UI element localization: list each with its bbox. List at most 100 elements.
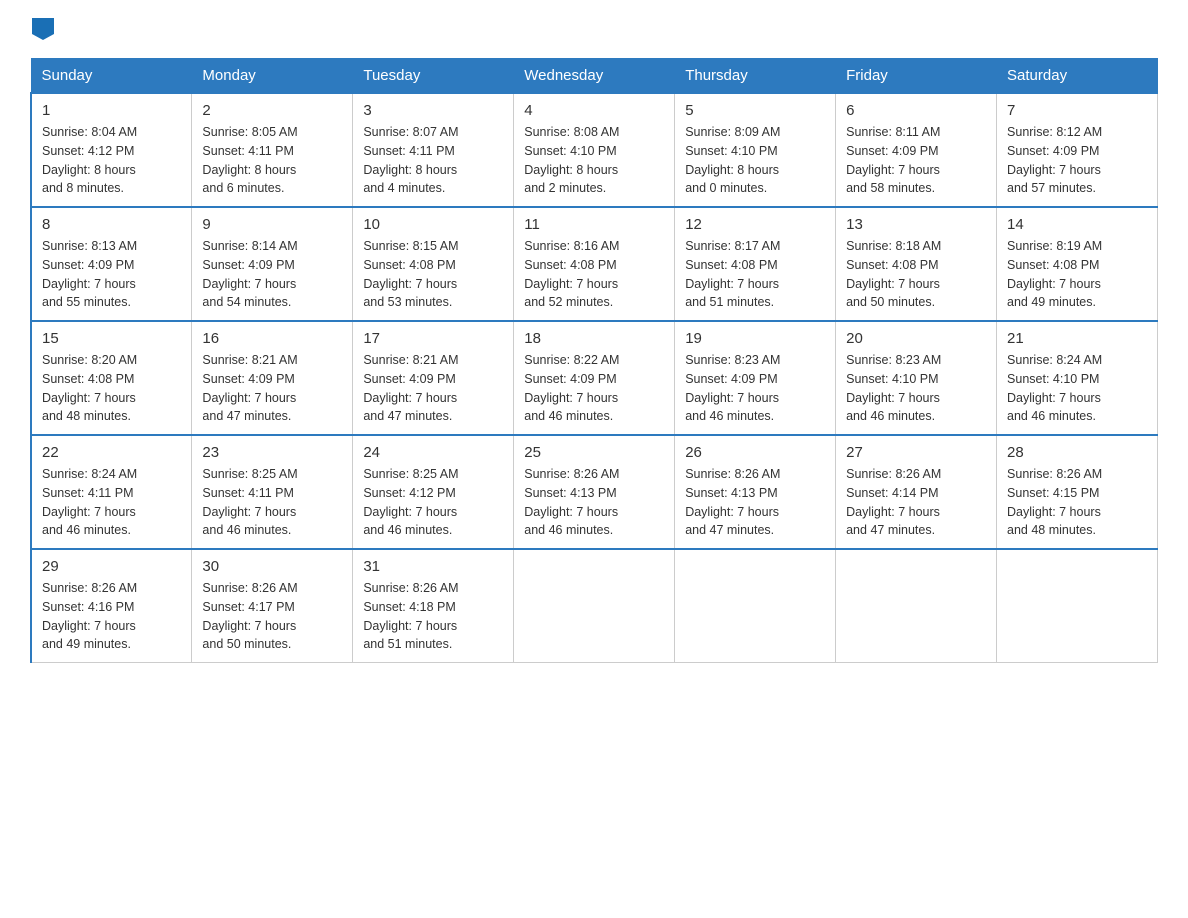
calendar-cell — [997, 549, 1158, 663]
logo-icon — [32, 18, 54, 40]
day-info: Sunrise: 8:18 AMSunset: 4:08 PMDaylight:… — [846, 237, 986, 312]
day-info: Sunrise: 8:25 AMSunset: 4:12 PMDaylight:… — [363, 465, 503, 540]
calendar-cell: 19 Sunrise: 8:23 AMSunset: 4:09 PMDaylig… — [675, 321, 836, 435]
calendar-cell: 6 Sunrise: 8:11 AMSunset: 4:09 PMDayligh… — [836, 93, 997, 207]
day-info: Sunrise: 8:21 AMSunset: 4:09 PMDaylight:… — [363, 351, 503, 426]
day-info: Sunrise: 8:26 AMSunset: 4:17 PMDaylight:… — [202, 579, 342, 654]
calendar-cell: 30 Sunrise: 8:26 AMSunset: 4:17 PMDaylig… — [192, 549, 353, 663]
calendar-cell: 5 Sunrise: 8:09 AMSunset: 4:10 PMDayligh… — [675, 93, 836, 207]
calendar-week-row: 29 Sunrise: 8:26 AMSunset: 4:16 PMDaylig… — [31, 549, 1158, 663]
day-number: 28 — [1007, 444, 1147, 461]
day-number: 10 — [363, 216, 503, 233]
day-info: Sunrise: 8:14 AMSunset: 4:09 PMDaylight:… — [202, 237, 342, 312]
day-number: 26 — [685, 444, 825, 461]
calendar-cell: 7 Sunrise: 8:12 AMSunset: 4:09 PMDayligh… — [997, 93, 1158, 207]
calendar-cell: 2 Sunrise: 8:05 AMSunset: 4:11 PMDayligh… — [192, 93, 353, 207]
calendar-cell: 25 Sunrise: 8:26 AMSunset: 4:13 PMDaylig… — [514, 435, 675, 549]
day-number: 16 — [202, 330, 342, 347]
calendar-cell: 22 Sunrise: 8:24 AMSunset: 4:11 PMDaylig… — [31, 435, 192, 549]
calendar-cell: 21 Sunrise: 8:24 AMSunset: 4:10 PMDaylig… — [997, 321, 1158, 435]
col-header-friday: Friday — [836, 59, 997, 94]
day-number: 31 — [363, 558, 503, 575]
day-number: 17 — [363, 330, 503, 347]
day-info: Sunrise: 8:20 AMSunset: 4:08 PMDaylight:… — [42, 351, 181, 426]
day-info: Sunrise: 8:26 AMSunset: 4:16 PMDaylight:… — [42, 579, 181, 654]
calendar-cell: 11 Sunrise: 8:16 AMSunset: 4:08 PMDaylig… — [514, 207, 675, 321]
day-number: 2 — [202, 102, 342, 119]
day-number: 21 — [1007, 330, 1147, 347]
calendar-cell — [836, 549, 997, 663]
calendar-cell: 12 Sunrise: 8:17 AMSunset: 4:08 PMDaylig… — [675, 207, 836, 321]
calendar-cell: 14 Sunrise: 8:19 AMSunset: 4:08 PMDaylig… — [997, 207, 1158, 321]
calendar-cell: 20 Sunrise: 8:23 AMSunset: 4:10 PMDaylig… — [836, 321, 997, 435]
day-info: Sunrise: 8:24 AMSunset: 4:11 PMDaylight:… — [42, 465, 181, 540]
day-number: 27 — [846, 444, 986, 461]
calendar-cell: 3 Sunrise: 8:07 AMSunset: 4:11 PMDayligh… — [353, 93, 514, 207]
day-number: 9 — [202, 216, 342, 233]
col-header-tuesday: Tuesday — [353, 59, 514, 94]
calendar-week-row: 1 Sunrise: 8:04 AMSunset: 4:12 PMDayligh… — [31, 93, 1158, 207]
day-info: Sunrise: 8:13 AMSunset: 4:09 PMDaylight:… — [42, 237, 181, 312]
calendar-week-row: 8 Sunrise: 8:13 AMSunset: 4:09 PMDayligh… — [31, 207, 1158, 321]
day-info: Sunrise: 8:05 AMSunset: 4:11 PMDaylight:… — [202, 123, 342, 198]
calendar-cell: 27 Sunrise: 8:26 AMSunset: 4:14 PMDaylig… — [836, 435, 997, 549]
calendar-cell: 23 Sunrise: 8:25 AMSunset: 4:11 PMDaylig… — [192, 435, 353, 549]
calendar-cell: 10 Sunrise: 8:15 AMSunset: 4:08 PMDaylig… — [353, 207, 514, 321]
day-info: Sunrise: 8:11 AMSunset: 4:09 PMDaylight:… — [846, 123, 986, 198]
day-info: Sunrise: 8:23 AMSunset: 4:09 PMDaylight:… — [685, 351, 825, 426]
day-number: 25 — [524, 444, 664, 461]
day-info: Sunrise: 8:22 AMSunset: 4:09 PMDaylight:… — [524, 351, 664, 426]
day-number: 15 — [42, 330, 181, 347]
logo — [30, 20, 54, 40]
calendar-cell: 9 Sunrise: 8:14 AMSunset: 4:09 PMDayligh… — [192, 207, 353, 321]
day-info: Sunrise: 8:07 AMSunset: 4:11 PMDaylight:… — [363, 123, 503, 198]
calendar-cell: 1 Sunrise: 8:04 AMSunset: 4:12 PMDayligh… — [31, 93, 192, 207]
day-info: Sunrise: 8:12 AMSunset: 4:09 PMDaylight:… — [1007, 123, 1147, 198]
day-info: Sunrise: 8:26 AMSunset: 4:13 PMDaylight:… — [685, 465, 825, 540]
day-number: 11 — [524, 216, 664, 233]
day-info: Sunrise: 8:25 AMSunset: 4:11 PMDaylight:… — [202, 465, 342, 540]
calendar-week-row: 22 Sunrise: 8:24 AMSunset: 4:11 PMDaylig… — [31, 435, 1158, 549]
day-number: 12 — [685, 216, 825, 233]
col-header-wednesday: Wednesday — [514, 59, 675, 94]
day-info: Sunrise: 8:15 AMSunset: 4:08 PMDaylight:… — [363, 237, 503, 312]
calendar-cell: 24 Sunrise: 8:25 AMSunset: 4:12 PMDaylig… — [353, 435, 514, 549]
day-info: Sunrise: 8:24 AMSunset: 4:10 PMDaylight:… — [1007, 351, 1147, 426]
calendar-cell: 16 Sunrise: 8:21 AMSunset: 4:09 PMDaylig… — [192, 321, 353, 435]
col-header-sunday: Sunday — [31, 59, 192, 94]
day-info: Sunrise: 8:17 AMSunset: 4:08 PMDaylight:… — [685, 237, 825, 312]
calendar-cell: 8 Sunrise: 8:13 AMSunset: 4:09 PMDayligh… — [31, 207, 192, 321]
day-number: 8 — [42, 216, 181, 233]
day-number: 1 — [42, 102, 181, 119]
calendar-week-row: 15 Sunrise: 8:20 AMSunset: 4:08 PMDaylig… — [31, 321, 1158, 435]
day-info: Sunrise: 8:21 AMSunset: 4:09 PMDaylight:… — [202, 351, 342, 426]
calendar-cell — [514, 549, 675, 663]
page-header — [30, 20, 1158, 40]
calendar-cell: 13 Sunrise: 8:18 AMSunset: 4:08 PMDaylig… — [836, 207, 997, 321]
day-info: Sunrise: 8:26 AMSunset: 4:14 PMDaylight:… — [846, 465, 986, 540]
day-info: Sunrise: 8:04 AMSunset: 4:12 PMDaylight:… — [42, 123, 181, 198]
day-info: Sunrise: 8:26 AMSunset: 4:15 PMDaylight:… — [1007, 465, 1147, 540]
calendar-cell: 18 Sunrise: 8:22 AMSunset: 4:09 PMDaylig… — [514, 321, 675, 435]
col-header-monday: Monday — [192, 59, 353, 94]
calendar-cell: 26 Sunrise: 8:26 AMSunset: 4:13 PMDaylig… — [675, 435, 836, 549]
calendar-cell: 31 Sunrise: 8:26 AMSunset: 4:18 PMDaylig… — [353, 549, 514, 663]
day-info: Sunrise: 8:19 AMSunset: 4:08 PMDaylight:… — [1007, 237, 1147, 312]
day-number: 13 — [846, 216, 986, 233]
day-number: 20 — [846, 330, 986, 347]
calendar-cell: 4 Sunrise: 8:08 AMSunset: 4:10 PMDayligh… — [514, 93, 675, 207]
calendar-cell: 28 Sunrise: 8:26 AMSunset: 4:15 PMDaylig… — [997, 435, 1158, 549]
calendar-cell: 29 Sunrise: 8:26 AMSunset: 4:16 PMDaylig… — [31, 549, 192, 663]
day-info: Sunrise: 8:08 AMSunset: 4:10 PMDaylight:… — [524, 123, 664, 198]
col-header-saturday: Saturday — [997, 59, 1158, 94]
day-info: Sunrise: 8:26 AMSunset: 4:18 PMDaylight:… — [363, 579, 503, 654]
calendar-cell: 15 Sunrise: 8:20 AMSunset: 4:08 PMDaylig… — [31, 321, 192, 435]
day-number: 19 — [685, 330, 825, 347]
day-number: 3 — [363, 102, 503, 119]
day-number: 18 — [524, 330, 664, 347]
day-number: 24 — [363, 444, 503, 461]
day-number: 14 — [1007, 216, 1147, 233]
day-number: 29 — [42, 558, 181, 575]
calendar-header-row: SundayMondayTuesdayWednesdayThursdayFrid… — [31, 59, 1158, 94]
day-info: Sunrise: 8:23 AMSunset: 4:10 PMDaylight:… — [846, 351, 986, 426]
